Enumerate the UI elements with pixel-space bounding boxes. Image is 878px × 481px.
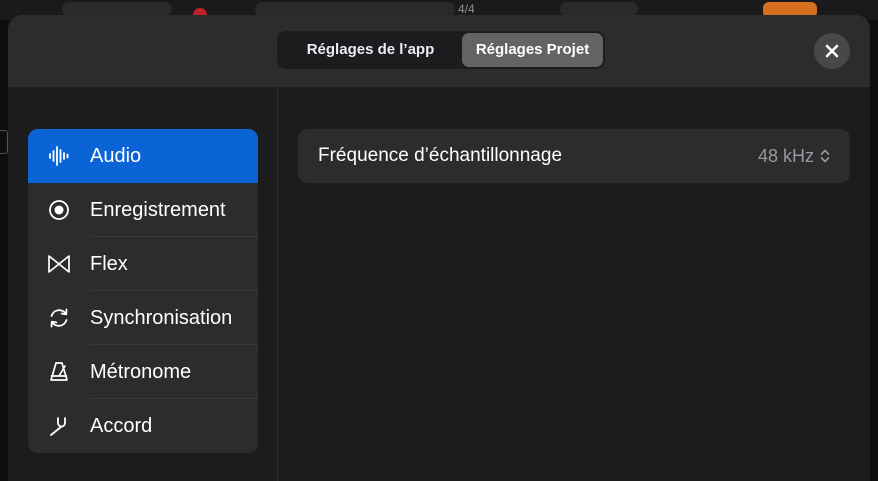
- sidebar-item-metronome[interactable]: Métronome: [28, 345, 258, 399]
- metronome-icon: [46, 359, 72, 385]
- sidebar-item-label: Métronome: [90, 360, 192, 383]
- tab-app-settings[interactable]: Réglages de l’app: [279, 33, 462, 67]
- sample-rate-value[interactable]: 48 kHz: [758, 146, 814, 167]
- tab-project-settings[interactable]: Réglages Projet: [462, 33, 603, 67]
- sidebar-item-sync[interactable]: Synchronisation: [28, 291, 258, 345]
- background-edge-icon: [0, 130, 8, 154]
- sync-icon: [46, 305, 72, 331]
- sidebar-item-label: Flex: [90, 252, 128, 275]
- sidebar-item-flex[interactable]: Flex: [28, 237, 258, 291]
- sidebar-item-recording[interactable]: Enregistrement: [28, 183, 258, 237]
- background-lcd: [255, 2, 455, 16]
- tuning-fork-icon: [46, 413, 72, 439]
- sidebar-list: Audio Enregistrement Flex Synchronisatio…: [28, 129, 258, 453]
- background-transport-group: [62, 2, 172, 16]
- sidebar-item-label: Synchronisation: [90, 306, 233, 329]
- sidebar: Audio Enregistrement Flex Synchronisatio…: [8, 87, 278, 481]
- main-content: Fréquence d’échantillonnage 48 kHz: [279, 87, 870, 481]
- background-tempo-group: [560, 2, 638, 16]
- sheet-header: Réglages de l’app Réglages Projet: [8, 15, 870, 87]
- sidebar-item-tuning[interactable]: Accord: [28, 399, 258, 453]
- sample-rate-row[interactable]: Fréquence d’échantillonnage 48 kHz: [298, 129, 850, 183]
- settings-sheet: Réglages de l’app Réglages Projet Audio …: [8, 15, 870, 481]
- waveform-icon: [46, 143, 72, 169]
- close-icon: [825, 44, 839, 58]
- sidebar-item-label: Accord: [90, 414, 153, 437]
- chevron-up-down-icon: [820, 148, 830, 164]
- close-button[interactable]: [814, 33, 850, 69]
- settings-segmented-control: Réglages de l’app Réglages Projet: [277, 31, 605, 69]
- sidebar-item-label: Enregistrement: [90, 198, 226, 221]
- sample-rate-label: Fréquence d’échantillonnage: [318, 145, 563, 166]
- flex-icon: [46, 251, 72, 277]
- background-time-signature: 4/4: [458, 2, 475, 16]
- sidebar-item-label: Audio: [90, 144, 142, 167]
- record-icon: [46, 197, 72, 223]
- sidebar-item-audio[interactable]: Audio: [28, 129, 258, 183]
